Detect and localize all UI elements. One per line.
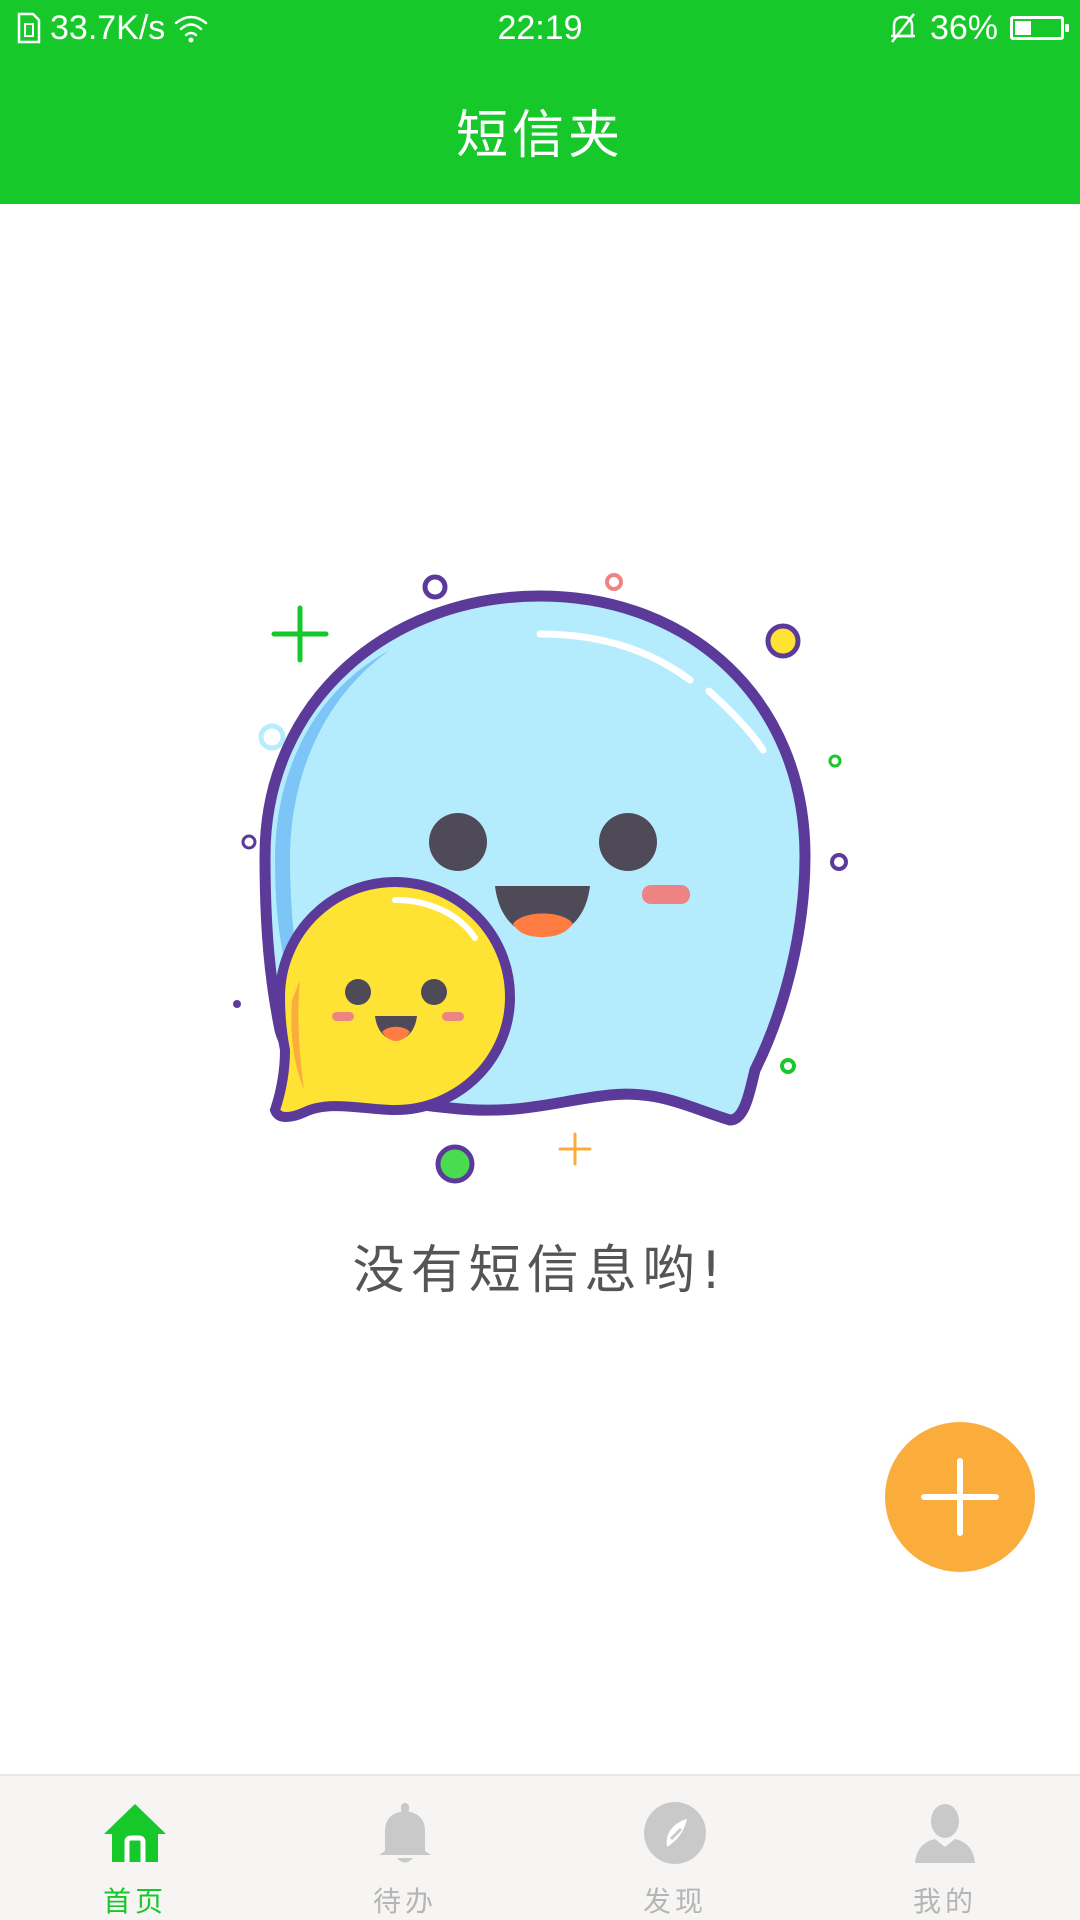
compass-icon xyxy=(640,1798,710,1868)
dot-ring xyxy=(828,754,842,768)
blue-bubble-eye-left xyxy=(429,813,487,871)
status-bar: 33.7K/s 22:19 36% xyxy=(0,0,1080,56)
nav-label-todo: 待办 xyxy=(372,1885,437,1918)
dot-ring xyxy=(241,834,257,850)
nav-item-todo[interactable]: 待办 xyxy=(270,1776,540,1920)
status-right: 36% xyxy=(888,8,1069,48)
nav-item-home[interactable]: 首页 xyxy=(0,1776,270,1920)
dot-ring xyxy=(765,623,801,659)
bell-icon xyxy=(370,1798,440,1868)
nav-item-discover[interactable]: 发现 xyxy=(540,1776,810,1920)
dot xyxy=(233,1000,241,1008)
dot-ring xyxy=(780,1058,796,1074)
illustration-svg xyxy=(233,573,848,1184)
page-title: 短信夹 xyxy=(455,105,624,166)
empty-state-message: 没有短信息哟! xyxy=(352,1241,728,1301)
sparkle-green xyxy=(271,605,329,663)
dot-ring xyxy=(605,573,623,591)
yellow-bubble-blush xyxy=(332,1012,354,1021)
battery-level-fill xyxy=(1015,21,1031,35)
header: 33.7K/s 22:19 36% 短信夹 xyxy=(0,0,1080,204)
plus-icon xyxy=(921,1458,999,1536)
app-screen: 33.7K/s 22:19 36% 短信夹 没有短信息哟! 首页 待办 发现 我… xyxy=(0,0,1080,1920)
battery-percent: 36% xyxy=(929,9,998,47)
title-bar: 短信夹 xyxy=(0,56,1080,204)
home-icon xyxy=(100,1798,170,1868)
nav-label-home: 首页 xyxy=(102,1885,167,1918)
yellow-bubble-eye-right xyxy=(421,979,447,1005)
chat-bubbles-illustration xyxy=(220,560,860,1200)
dot-ring xyxy=(258,723,286,751)
dot-ring xyxy=(830,853,848,871)
yellow-bubble-blush xyxy=(442,1012,464,1021)
blue-bubble-eye-right xyxy=(599,813,657,871)
bottom-nav: 首页 待办 发现 我的 xyxy=(0,1774,1080,1920)
dot-ring xyxy=(435,1144,475,1184)
yellow-bubble xyxy=(269,876,516,1122)
user-icon xyxy=(910,1798,980,1868)
yellow-bubble-eye-left xyxy=(345,979,371,1005)
dot-ring xyxy=(422,574,448,600)
bell-muted-icon xyxy=(888,12,918,44)
blue-bubble-blush xyxy=(642,885,690,904)
battery-icon xyxy=(1010,16,1069,40)
nav-label-discover: 发现 xyxy=(642,1885,707,1918)
nav-item-profile[interactable]: 我的 xyxy=(810,1776,1080,1920)
sparkle-yellow xyxy=(558,1132,592,1166)
add-message-button[interactable] xyxy=(885,1422,1035,1572)
nav-label-profile: 我的 xyxy=(912,1885,977,1918)
